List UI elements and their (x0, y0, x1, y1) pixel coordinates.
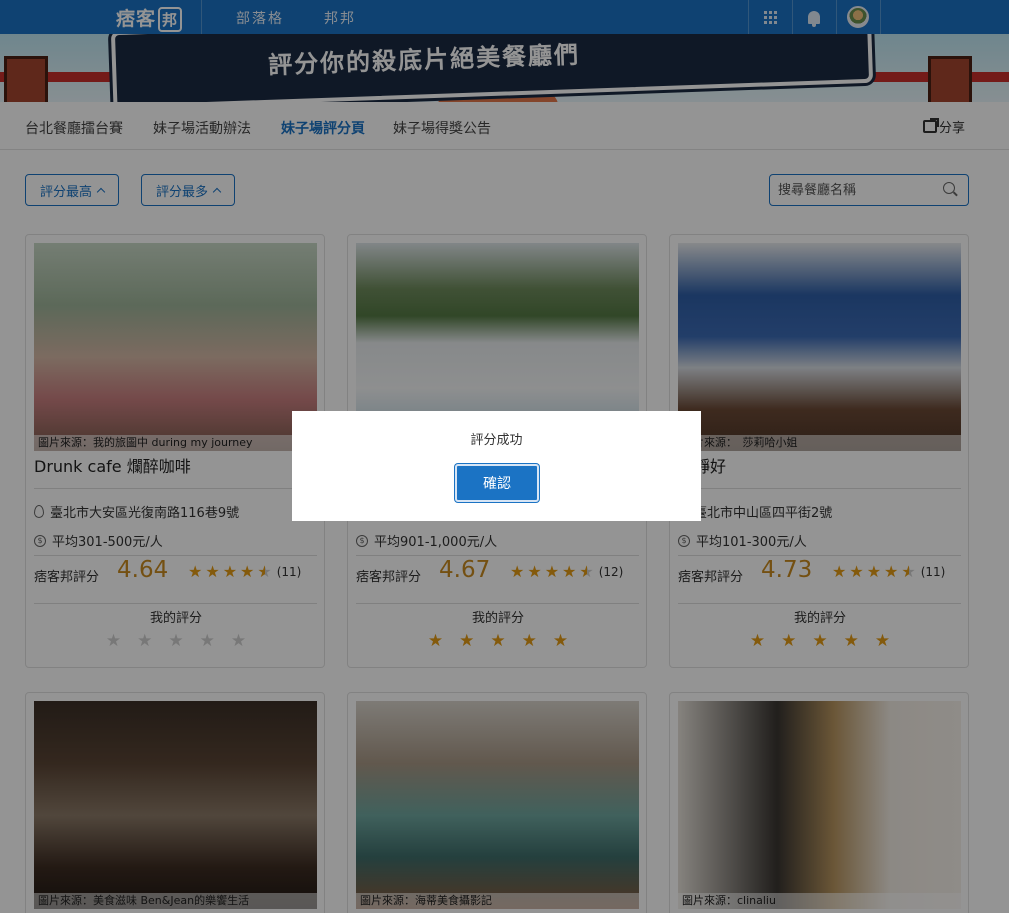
rating-success-dialog: 評分成功 確認 (292, 411, 701, 521)
dialog-message: 評分成功 (470, 433, 523, 448)
confirm-button[interactable]: 確認 (455, 464, 539, 502)
